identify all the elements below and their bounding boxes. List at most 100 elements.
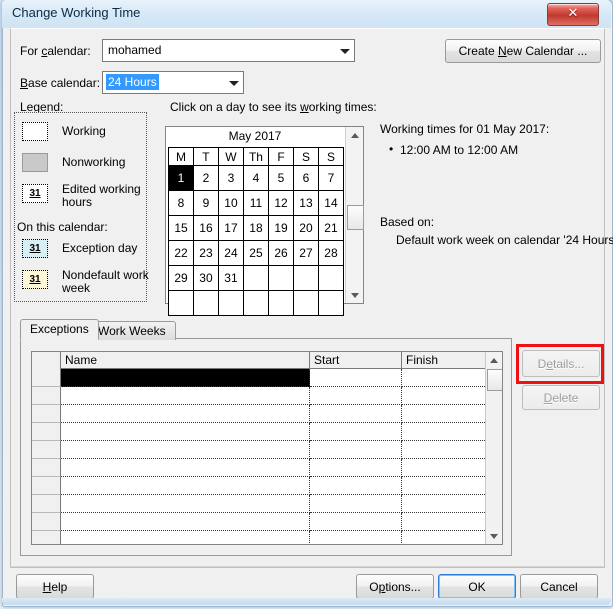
grid-cell-start[interactable] <box>310 423 402 441</box>
grid-cell-start[interactable] <box>310 459 402 477</box>
grid-cell-start[interactable] <box>310 477 402 495</box>
exceptions-grid[interactable]: Name Start Finish <box>31 351 503 545</box>
edited-hours-swatch-icon: 31 <box>22 184 48 203</box>
grid-cell-finish[interactable] <box>402 387 487 405</box>
calendar-day-9[interactable]: 9 <box>192 190 219 216</box>
calendar-day-29[interactable]: 29 <box>168 265 194 291</box>
calendar-day-27[interactable]: 27 <box>292 240 319 266</box>
calendar-day-4[interactable]: 4 <box>242 165 270 191</box>
calendar-scrollbar[interactable] <box>345 127 364 303</box>
base-calendar-combobox[interactable]: 24 Hours <box>102 71 244 94</box>
calendar-day-19[interactable]: 19 <box>268 215 294 241</box>
calendar-day-22[interactable]: 22 <box>168 240 194 266</box>
calendar-day-30[interactable]: 30 <box>192 265 219 291</box>
calendar-day-10[interactable]: 10 <box>217 190 244 216</box>
grid-cell-name[interactable] <box>61 477 310 495</box>
calendar-day-31[interactable]: 31 <box>217 265 244 291</box>
grid-cell-finish[interactable] <box>402 531 487 544</box>
for-calendar-combobox[interactable]: mohamed <box>102 39 355 62</box>
grid-cell-name[interactable] <box>61 531 310 544</box>
grid-scroll-thumb[interactable] <box>487 369 502 391</box>
grid-cell-name[interactable] <box>61 441 310 459</box>
calendar-day-7[interactable]: 7 <box>317 165 345 191</box>
grid-cell-name[interactable] <box>61 459 310 477</box>
grid-cell-start[interactable] <box>310 387 402 405</box>
calendar-day-24[interactable]: 24 <box>217 240 244 266</box>
calendar-day-18[interactable]: 18 <box>242 215 270 241</box>
nonworking-swatch-icon <box>22 153 48 172</box>
exceptions-grid-scrollbar[interactable] <box>485 352 502 544</box>
row-header-3[interactable] <box>32 405 61 423</box>
column-header-finish[interactable]: Finish <box>402 352 487 368</box>
calendar-grid[interactable]: M T W Th F S S 1 2 3 4 5 6 7 8 9 10 11 12 13 14 15 16 17 18 19 20 2… <box>168 147 345 316</box>
calendar-day-header: W <box>217 147 244 166</box>
calendar-day-15[interactable]: 15 <box>168 215 194 241</box>
options-button[interactable]: Options... <box>356 574 434 599</box>
grid-cell-name[interactable] <box>61 423 310 441</box>
calendar-day-3[interactable]: 3 <box>217 165 244 191</box>
calendar-day-20[interactable]: 20 <box>292 215 319 241</box>
grid-scroll-down-icon[interactable] <box>486 528 502 544</box>
calendar-day-1[interactable]: 1 <box>168 165 194 191</box>
row-header-8[interactable] <box>32 495 61 513</box>
calendar-day-25[interactable]: 25 <box>242 240 270 266</box>
row-header-1[interactable] <box>32 369 61 387</box>
grid-cell-name[interactable] <box>61 495 310 513</box>
grid-cell-name[interactable] <box>61 369 310 387</box>
calendar-day-5[interactable]: 5 <box>268 165 294 191</box>
calendar-day-2[interactable]: 2 <box>192 165 219 191</box>
grid-scroll-up-icon[interactable] <box>486 352 502 368</box>
row-header-6[interactable] <box>32 459 61 477</box>
cancel-button[interactable]: Cancel <box>520 574 598 599</box>
calendar-day-14[interactable]: 14 <box>317 190 345 216</box>
calendar-day-header: S <box>292 147 319 166</box>
grid-cell-finish[interactable] <box>402 477 487 495</box>
ok-button[interactable]: OK <box>438 574 516 599</box>
grid-cell-finish[interactable] <box>402 441 487 459</box>
grid-cell-finish[interactable] <box>402 513 487 531</box>
grid-cell-finish[interactable] <box>402 369 487 387</box>
grid-cell-start[interactable] <box>310 495 402 513</box>
calendar-day-6[interactable]: 6 <box>292 165 319 191</box>
grid-cell-start[interactable] <box>310 513 402 531</box>
grid-cell-name[interactable] <box>61 387 310 405</box>
row-header-5[interactable] <box>32 441 61 459</box>
row-header-4[interactable] <box>32 423 61 441</box>
calendar-day-16[interactable]: 16 <box>192 215 219 241</box>
calendar-day-23[interactable]: 23 <box>192 240 219 266</box>
row-header-2[interactable] <box>32 387 61 405</box>
grid-cell-finish[interactable] <box>402 459 487 477</box>
calendar-scroll-thumb[interactable] <box>347 205 364 230</box>
row-header-7[interactable] <box>32 477 61 495</box>
scroll-up-icon[interactable] <box>346 127 363 143</box>
create-new-calendar-button[interactable]: Create New Calendar ... <box>445 39 601 63</box>
grid-cell-finish[interactable] <box>402 423 487 441</box>
calendar-day-26[interactable]: 26 <box>268 240 294 266</box>
calendar-day-21[interactable]: 21 <box>317 215 345 241</box>
calendar-day-28[interactable]: 28 <box>317 240 345 266</box>
grid-cell-finish[interactable] <box>402 405 487 423</box>
calendar-day-17[interactable]: 17 <box>217 215 244 241</box>
row-header-9[interactable] <box>32 513 61 531</box>
calendar-day-11[interactable]: 11 <box>242 190 270 216</box>
grid-cell-start[interactable] <box>310 405 402 423</box>
calendar-day-13[interactable]: 13 <box>292 190 319 216</box>
scroll-down-icon[interactable] <box>346 287 363 303</box>
column-header-start[interactable]: Start <box>310 352 402 368</box>
column-header-name[interactable]: Name <box>61 352 310 368</box>
grid-cell-start[interactable] <box>310 441 402 459</box>
delete-button[interactable]: Delete <box>522 385 600 410</box>
tab-work-weeks[interactable]: Work Weeks <box>88 321 176 340</box>
calendar-day-8[interactable]: 8 <box>168 190 194 216</box>
calendar-panel[interactable]: May 2017 M T W Th F S S 1 2 3 4 5 6 7 8 9 10 11 12 13 14 15 16… <box>165 126 364 316</box>
grid-cell-finish[interactable] <box>402 495 487 513</box>
grid-cell-start[interactable] <box>310 369 402 387</box>
help-button[interactable]: Help <box>16 574 94 599</box>
tab-exceptions[interactable]: Exceptions <box>20 319 99 340</box>
grid-cell-start[interactable] <box>310 531 402 544</box>
grid-cell-name[interactable] <box>61 405 310 423</box>
calendar-day-12[interactable]: 12 <box>268 190 294 216</box>
row-header-10[interactable] <box>32 531 61 544</box>
close-button[interactable]: ✕ <box>547 3 599 26</box>
grid-cell-name[interactable] <box>61 513 310 531</box>
